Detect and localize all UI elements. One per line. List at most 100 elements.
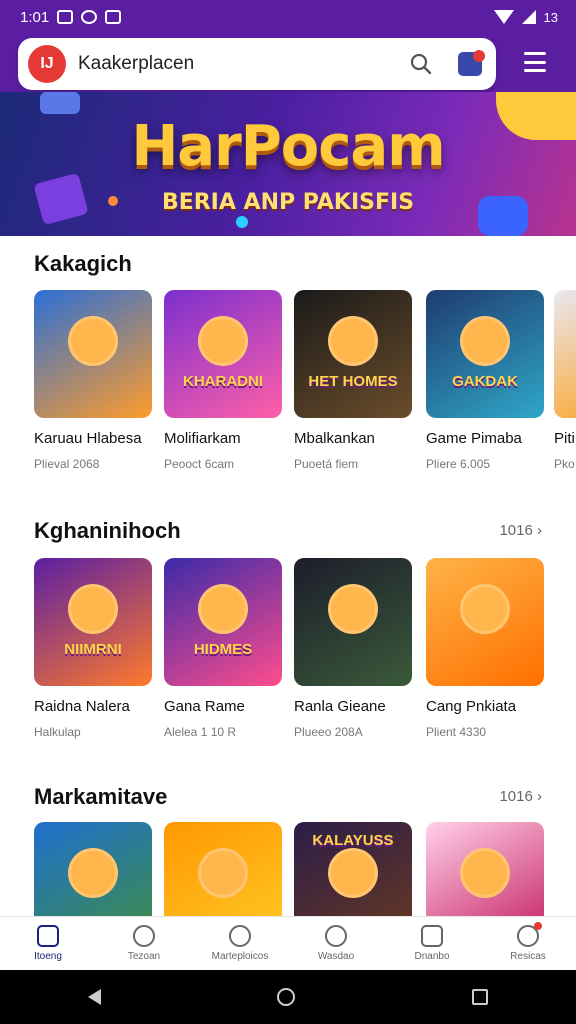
menu-button[interactable] xyxy=(524,52,546,72)
hamburger-line xyxy=(524,60,546,64)
game-row: Karuau Hlabesa Plieval 2068 KHARADNI Mol… xyxy=(34,290,576,490)
game-meta: Plient 4330 xyxy=(426,725,487,739)
nav-item-explore[interactable]: Tezoan xyxy=(96,917,192,970)
game-card[interactable]: Karuau Hlabesa Plieval 2068 xyxy=(34,290,152,471)
thumbnail-label: HIDMES xyxy=(193,641,253,658)
game-thumbnail xyxy=(426,558,544,686)
character-art xyxy=(328,316,378,366)
nav-item-wishlist[interactable]: Wasdao xyxy=(288,917,384,970)
nav-item-dashboard[interactable]: Dnanbo xyxy=(384,917,480,970)
game-thumbnail xyxy=(34,822,152,916)
game-card[interactable]: GAKDAK Game Pimaba Pliere 6.005 xyxy=(426,290,544,471)
thumbnail-label: NIIMRNI xyxy=(64,641,122,658)
character-art xyxy=(328,848,378,898)
game-title: Mbalkankan xyxy=(294,430,375,447)
nav-label: Dnanbo xyxy=(414,951,450,962)
game-card[interactable]: Ranla Gieane Plueeo 208A xyxy=(294,558,412,739)
people-icon xyxy=(229,925,251,947)
game-thumbnail: NIIMRNI xyxy=(34,558,152,686)
game-meta: Peooct 6cam xyxy=(164,457,235,471)
puzzle-icon[interactable] xyxy=(458,50,485,76)
game-thumbnail xyxy=(34,290,152,418)
thumbnail-label: KALAYUSS xyxy=(312,832,394,849)
signal-icon xyxy=(521,10,536,24)
hamburger-line xyxy=(524,52,546,55)
game-meta: Puoetá fiem xyxy=(294,457,359,471)
section-title: Markamitave xyxy=(34,784,168,809)
character-art xyxy=(68,584,118,634)
game-title: Piti xyxy=(554,430,575,447)
banner-title: HarPocam xyxy=(131,114,445,179)
thumbnail-label: KHARADNI xyxy=(183,373,263,390)
game-thumbnail xyxy=(294,558,412,686)
search-button[interactable] xyxy=(406,49,436,79)
nav-item-profile[interactable]: Resicas xyxy=(480,917,576,970)
battery-indicator: 13 xyxy=(543,9,558,25)
game-card[interactable]: Piti Pko xyxy=(554,290,576,471)
game-card[interactable]: KALAYUSS xyxy=(294,822,412,916)
decor-gem xyxy=(236,216,248,228)
game-thumbnail xyxy=(554,290,576,418)
game-thumbnail: HET HOMES xyxy=(294,290,412,418)
section-title: Kghaninihoch xyxy=(34,518,181,543)
game-row: KALAYUSS xyxy=(34,822,576,916)
nav-label: Itoeng xyxy=(34,951,62,962)
system-navigation-bar xyxy=(0,970,576,1024)
game-title: Cang Pnkiata xyxy=(426,698,517,715)
game-card[interactable]: HIDMES Gana Rame Alelea 1 10 R xyxy=(164,558,282,739)
game-title: Karuau Hlabesa xyxy=(34,430,142,447)
character-art xyxy=(198,584,248,634)
nav-label: Resicas xyxy=(510,951,546,962)
app-header: IJ xyxy=(0,34,576,92)
nav-item-marketplace[interactable]: Marteploicos xyxy=(192,917,288,970)
game-title: Molifiarkam xyxy=(164,430,241,447)
nav-label: Marteploicos xyxy=(211,951,269,962)
app-logo[interactable]: IJ xyxy=(28,45,66,83)
character-art xyxy=(460,316,510,366)
promo-banner[interactable]: HarPocam BERIA ANP PAKISFIS xyxy=(0,92,576,236)
home-icon xyxy=(37,925,59,947)
section-title: Kakagich xyxy=(34,251,132,276)
character-art xyxy=(198,848,248,898)
game-card[interactable]: NIIMRNI Raidna Nalera Halkulap xyxy=(34,558,152,739)
status-bar: 1:01 13 xyxy=(0,0,576,34)
game-thumbnail: HIDMES xyxy=(164,558,282,686)
character-art xyxy=(328,584,378,634)
game-card[interactable] xyxy=(426,822,544,916)
game-meta: Pko xyxy=(554,457,575,471)
profile-icon xyxy=(517,922,542,947)
character-art xyxy=(460,848,510,898)
gallery-icon xyxy=(57,10,74,24)
see-more-link[interactable]: 1016 › xyxy=(499,522,542,539)
nav-label: Wasdao xyxy=(317,951,355,962)
decor-block xyxy=(40,92,80,114)
back-icon[interactable] xyxy=(88,989,102,1005)
game-title: Gana Rame xyxy=(164,698,245,715)
game-title: Ranla Gieane xyxy=(294,698,386,715)
game-card[interactable]: HET HOMES Mbalkankan Puoetá fiem xyxy=(294,290,412,471)
see-more-link[interactable]: 1016 › xyxy=(499,788,542,805)
bottom-navigation: Itoeng Tezoan Marteploicos Wasdao Dnanbo… xyxy=(0,916,576,970)
search-bar[interactable]: IJ xyxy=(18,38,496,90)
home-button-icon[interactable] xyxy=(277,988,296,1006)
game-thumbnail: GAKDAK xyxy=(426,290,544,418)
game-title: Raidna Nalera xyxy=(34,698,130,715)
nav-item-home[interactable]: Itoeng xyxy=(0,917,96,970)
notification-dot xyxy=(534,922,542,930)
heart-icon xyxy=(325,925,347,947)
game-thumbnail: KALAYUSS xyxy=(294,822,412,916)
search-input[interactable] xyxy=(78,53,406,75)
game-card[interactable]: Cang Pnkiata Plient 4330 xyxy=(426,558,544,739)
character-art xyxy=(68,316,118,366)
game-row: NIIMRNI Raidna Nalera Halkulap HIDMES Ga… xyxy=(34,558,576,758)
character-art xyxy=(198,316,248,366)
game-card[interactable]: KHARADNI Molifiarkam Peooct 6cam xyxy=(164,290,282,471)
game-meta: Pliere 6.005 xyxy=(426,457,491,471)
game-card[interactable] xyxy=(34,822,152,916)
game-thumbnail: KHARADNI xyxy=(164,290,282,418)
character-art xyxy=(68,848,118,898)
grid-icon xyxy=(421,925,443,947)
game-card[interactable] xyxy=(164,822,282,916)
wifi-icon xyxy=(493,10,514,24)
recent-apps-icon[interactable] xyxy=(471,989,488,1005)
